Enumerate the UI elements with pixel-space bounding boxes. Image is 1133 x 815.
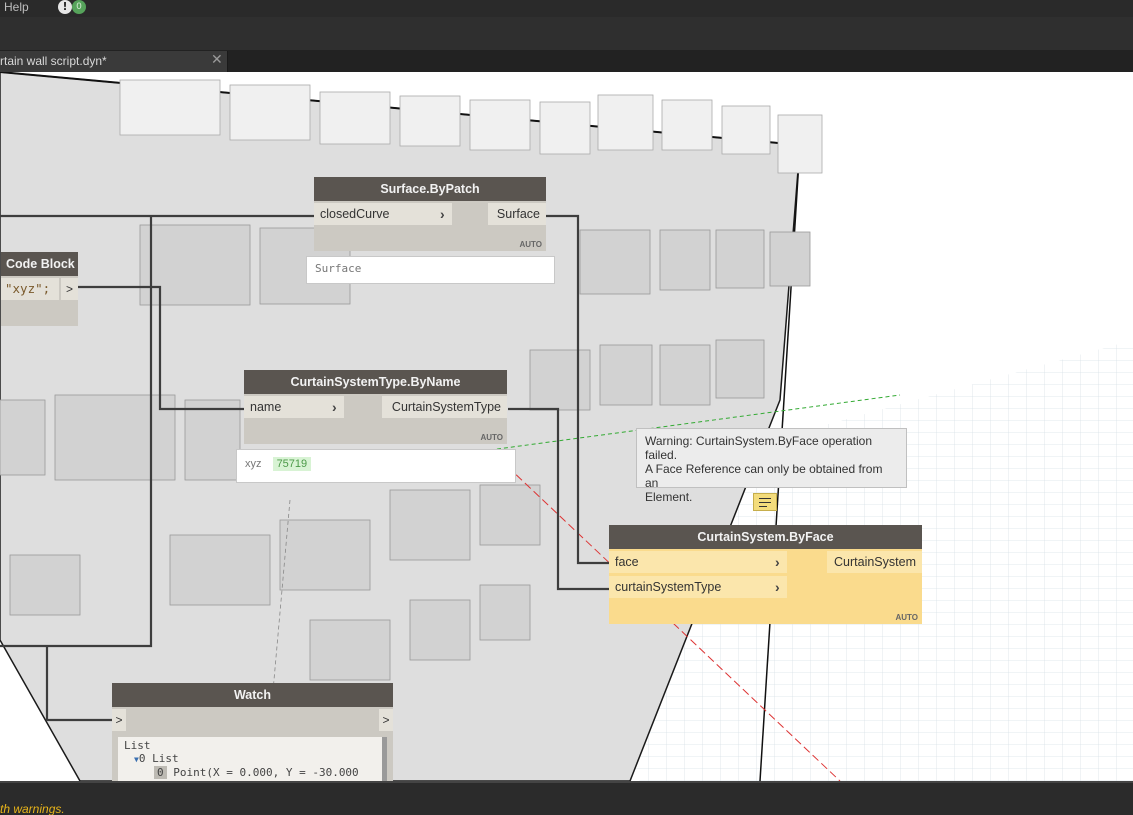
watch-output-port[interactable]: > [379, 709, 393, 731]
port-label: CurtainSystemType [391, 400, 501, 414]
chevron-right-icon: > [382, 713, 390, 727]
lacing-label: AUTO [895, 613, 918, 622]
node-code-block[interactable]: Code Block "xyz"; > [1, 252, 78, 326]
node-title: Watch [112, 683, 393, 707]
chevron-right-icon: › [775, 554, 780, 570]
menu-help[interactable]: Help [4, 0, 29, 17]
chevron-right-icon: › [775, 579, 780, 595]
port-label: CurtainSystem [834, 555, 916, 569]
status-bar: th warnings. [0, 781, 1133, 815]
node-curtain-system-type-by-name[interactable]: CurtainSystemType.ByName name › CurtainS… [244, 370, 507, 444]
node-title: CurtainSystemType.ByName [244, 370, 507, 394]
node-preview-surface: Surface [306, 256, 555, 284]
warning-note-icon[interactable] [753, 493, 777, 511]
menu-bar: Help ! 0 [0, 0, 1133, 17]
input-port-closed-curve[interactable]: closedCurve › [314, 203, 452, 225]
lacing-label: AUTO [480, 433, 503, 442]
watch-scrollbar[interactable] [382, 737, 387, 781]
toolbar [0, 17, 1133, 51]
node-curtain-system-by-face[interactable]: CurtainSystem.ByFace face › curtainSyste… [609, 525, 922, 624]
output-port-code[interactable]: > [61, 278, 78, 300]
notification-count: 0 [72, 0, 86, 14]
node-surface-by-patch[interactable]: Surface.ByPatch closedCurve › Surface AU… [314, 177, 546, 251]
watch-output-panel[interactable]: List ▼0 List 0 Point(X = 0.000, Y = -30.… [118, 737, 382, 781]
preview-name: xyz [245, 458, 262, 470]
index-badge: 0 [154, 766, 167, 779]
watch-point-value: Point(X = 0.000, Y = -30.000 [173, 766, 359, 779]
chevron-right-icon: › [332, 399, 337, 415]
port-label: name [250, 400, 282, 414]
watch-input-port[interactable]: > [112, 709, 126, 731]
watch-list-child: 0 List [138, 752, 179, 765]
chevron-right-icon: › [440, 206, 445, 222]
chevron-right-icon: > [115, 713, 123, 727]
tab-curtain-wall-script[interactable]: rtain wall script.dyn* ✕ [0, 51, 228, 72]
port-label: Surface [496, 207, 540, 221]
chevron-right-icon: > [65, 282, 73, 296]
warning-line-2: A Face Reference can only be obtained fr… [645, 462, 883, 490]
node-title: Code Block [1, 252, 78, 276]
tab-title: rtain wall script.dyn* [0, 54, 107, 68]
code-editor[interactable]: "xyz"; [1, 278, 59, 300]
output-port-curtain-system-type[interactable]: CurtainSystemType [382, 396, 507, 418]
port-label: curtainSystemType [615, 580, 722, 594]
close-icon[interactable]: ✕ [211, 52, 223, 68]
node-title: Surface.ByPatch [314, 177, 546, 201]
port-label: face [615, 555, 639, 569]
node-watch[interactable]: Watch > > List ▼0 List 0 Point(X = 0.000… [112, 683, 393, 781]
warning-line-1: Warning: CurtainSystem.ByFace operation … [645, 434, 872, 462]
element-id-badge[interactable]: 75719 [272, 457, 312, 471]
output-port-curtain-system[interactable]: CurtainSystem [827, 551, 922, 573]
tab-bar: rtain wall script.dyn* ✕ [0, 51, 1133, 72]
input-port-name[interactable]: name › [244, 396, 344, 418]
lacing-label: AUTO [519, 240, 542, 249]
input-port-face[interactable]: face › [609, 551, 787, 573]
warning-tooltip: Warning: CurtainSystem.ByFace operation … [636, 428, 907, 504]
warning-icon: ! [58, 0, 72, 14]
code-text: "xyz"; [5, 281, 51, 296]
port-label: closedCurve [320, 207, 390, 221]
preview-value: Surface [315, 262, 362, 275]
node-title: CurtainSystem.ByFace [609, 525, 922, 549]
notification-indicator[interactable]: ! 0 [58, 0, 90, 14]
output-port-surface[interactable]: Surface [488, 203, 546, 225]
input-port-curtain-system-type[interactable]: curtainSystemType › [609, 576, 787, 598]
node-preview-curtain-type: xyz 75719 [236, 449, 516, 483]
watch-list-root: List [124, 739, 151, 752]
status-message: th warnings. [0, 802, 65, 815]
background-3d-preview [0, 72, 1133, 781]
graph-canvas[interactable]: Surface.ByPatch closedCurve › Surface AU… [0, 72, 1133, 781]
